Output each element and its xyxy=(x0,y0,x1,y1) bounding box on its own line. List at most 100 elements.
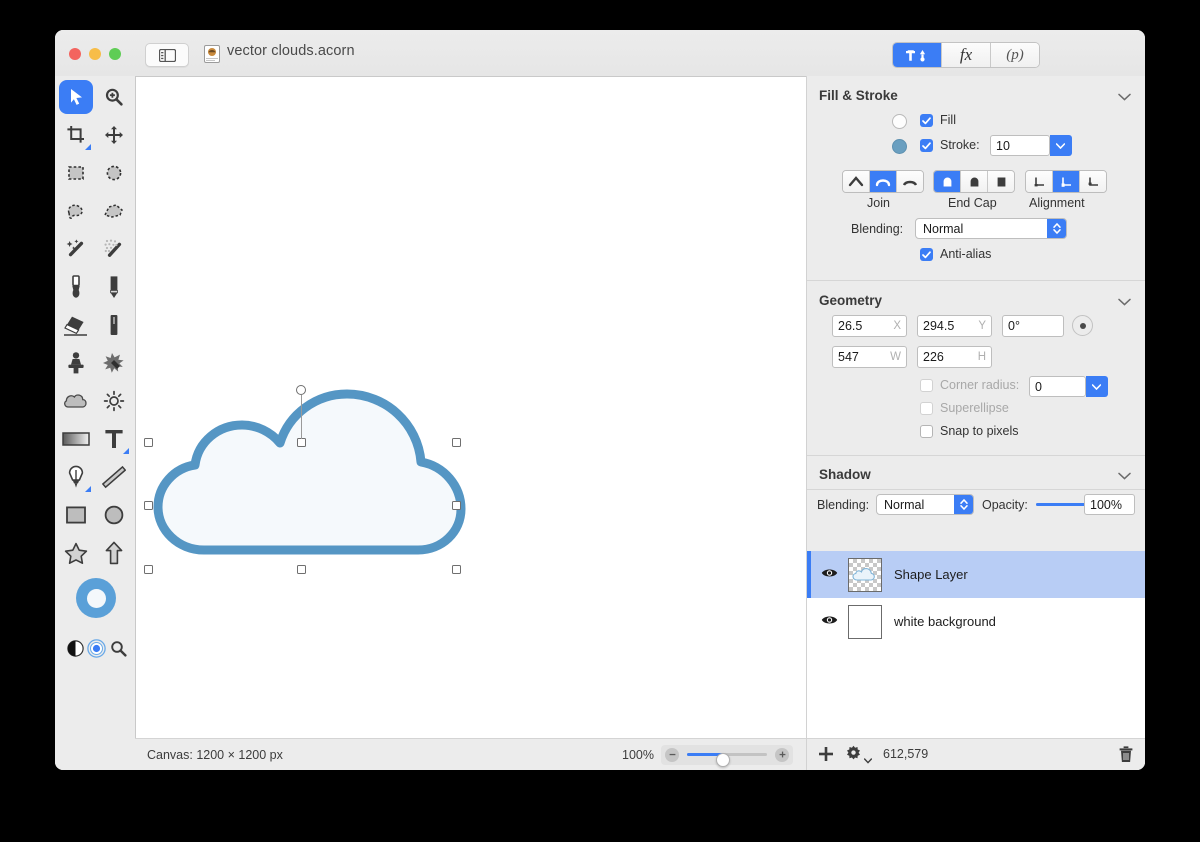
blemish-tool[interactable] xyxy=(97,346,131,380)
tools-segment[interactable] xyxy=(893,43,942,67)
selection-handle-tr[interactable] xyxy=(452,438,461,447)
transform-tool[interactable] xyxy=(97,118,131,152)
loupe-button[interactable] xyxy=(101,631,135,665)
lasso-tool[interactable] xyxy=(59,194,93,228)
trash-icon[interactable] xyxy=(1119,746,1133,768)
geometry-x-input[interactable]: 26.5 X xyxy=(832,315,907,337)
selection-handle-br[interactable] xyxy=(452,565,461,574)
eye-icon[interactable] xyxy=(821,613,838,631)
document-canvas[interactable] xyxy=(135,76,807,739)
gear-icon[interactable] xyxy=(845,745,862,767)
selection-handle-mr[interactable] xyxy=(452,501,461,510)
selection-handle-tl[interactable] xyxy=(144,438,153,447)
align-center[interactable] xyxy=(1053,171,1080,192)
selection-handle-ml[interactable] xyxy=(144,501,153,510)
geometry-y-input[interactable]: 294.5 Y xyxy=(917,315,992,337)
shadow-opacity-input[interactable]: 100% xyxy=(1084,494,1135,515)
corner-radius-input[interactable]: 0 xyxy=(1029,376,1086,397)
rect-select-tool[interactable] xyxy=(59,156,93,190)
corner-radius-checkbox[interactable] xyxy=(920,379,933,392)
selection-handle-tc[interactable] xyxy=(297,438,306,447)
fill-blending-stepper-icon[interactable] xyxy=(1047,219,1066,238)
eraser-tool[interactable] xyxy=(59,308,93,342)
superellipse-checkbox[interactable] xyxy=(920,402,933,415)
stroke-width-input[interactable]: 10 xyxy=(990,135,1050,156)
shadow-blending-stepper-icon[interactable] xyxy=(954,495,973,514)
geometry-rotation-value: 0° xyxy=(1008,319,1020,333)
cap-round[interactable] xyxy=(934,171,961,192)
sidebar-toggle-icon[interactable] xyxy=(145,43,189,67)
clone-stamp-tool[interactable] xyxy=(59,346,93,380)
fill-blending-select[interactable]: Normal xyxy=(915,218,1067,239)
geometry-header[interactable]: Geometry xyxy=(807,285,1145,315)
geometry-w-input[interactable]: 547 W xyxy=(832,346,907,368)
text-tool[interactable] xyxy=(97,422,131,456)
selection-handle-bl[interactable] xyxy=(144,565,153,574)
shadow-blending-select[interactable]: Normal xyxy=(876,494,974,515)
close-button[interactable] xyxy=(69,48,81,60)
move-tool[interactable] xyxy=(59,80,93,114)
eye-icon[interactable] xyxy=(821,566,838,584)
zoom-slider[interactable] xyxy=(661,744,793,767)
arrow-tool[interactable] xyxy=(97,536,131,570)
stroke-width-dropdown[interactable] xyxy=(1050,135,1072,156)
zoom-button[interactable] xyxy=(109,48,121,60)
ellipse-tool[interactable] xyxy=(97,498,131,532)
rectangle-tool[interactable] xyxy=(59,498,93,532)
foreground-color-well[interactable] xyxy=(76,578,116,618)
cap-square[interactable] xyxy=(988,171,1014,192)
chevron-down-icon[interactable] xyxy=(1118,468,1131,483)
rotation-handle-stem xyxy=(301,395,302,439)
caret-down-icon[interactable] xyxy=(863,751,873,769)
magic-wand-tool[interactable] xyxy=(59,232,93,266)
brush-tool[interactable] xyxy=(59,270,93,304)
line-tool[interactable] xyxy=(97,460,131,494)
gradient-tool[interactable] xyxy=(59,422,93,456)
chevron-down-icon[interactable] xyxy=(1118,294,1131,309)
ellipse-select-tool[interactable] xyxy=(97,156,131,190)
cap-butt[interactable] xyxy=(961,171,988,192)
fill-checkbox[interactable] xyxy=(920,114,933,127)
rotation-knob-icon[interactable] xyxy=(1072,315,1093,336)
rotation-handle[interactable] xyxy=(296,385,306,395)
geometry-h-input[interactable]: 226 H xyxy=(917,346,992,368)
align-outside[interactable] xyxy=(1080,171,1106,192)
geometry-rotation-input[interactable]: 0° xyxy=(1002,315,1064,337)
shadow-header[interactable]: Shadow xyxy=(807,459,1145,489)
selection-handle-bc[interactable] xyxy=(297,565,306,574)
star-tool[interactable] xyxy=(59,536,93,570)
cloud-shape-group xyxy=(144,385,476,577)
burn-tool[interactable] xyxy=(97,384,131,418)
zoom-out-button[interactable] xyxy=(665,747,679,762)
corner-radius-dropdown[interactable] xyxy=(1086,376,1108,397)
zoom-tool[interactable] xyxy=(97,80,131,114)
cloud-shape[interactable] xyxy=(146,387,476,577)
minimize-button[interactable] xyxy=(89,48,101,60)
layer-row-white-background[interactable]: white background xyxy=(807,598,1145,645)
layer-selection-indicator xyxy=(807,551,811,598)
smudge-tool[interactable] xyxy=(97,308,131,342)
join-bevel[interactable] xyxy=(897,171,923,192)
chevron-down-icon[interactable] xyxy=(1118,89,1131,104)
join-miter[interactable] xyxy=(843,171,870,192)
polygon-lasso-tool[interactable] xyxy=(97,194,131,228)
pencil-tool[interactable] xyxy=(97,270,131,304)
palette-segment[interactable]: (p) xyxy=(991,43,1039,67)
instant-alpha-tool[interactable] xyxy=(97,232,131,266)
align-inside[interactable] xyxy=(1026,171,1053,192)
effects-segment[interactable]: fx xyxy=(942,43,991,67)
bezier-tool[interactable] xyxy=(59,460,93,494)
fill-color-swatch[interactable] xyxy=(892,114,907,129)
fill-stroke-header[interactable]: Fill & Stroke xyxy=(807,80,1145,110)
zoom-in-button[interactable] xyxy=(775,747,789,762)
plus-icon[interactable] xyxy=(818,746,834,767)
dodge-tool[interactable] xyxy=(59,384,93,418)
layer-row-shape-layer[interactable]: Shape Layer xyxy=(807,551,1145,598)
stroke-color-swatch[interactable] xyxy=(892,139,907,154)
zoom-slider-thumb[interactable] xyxy=(716,753,730,767)
anti-alias-checkbox[interactable] xyxy=(920,248,933,261)
join-round[interactable] xyxy=(870,171,897,192)
stroke-checkbox[interactable] xyxy=(920,139,933,152)
snap-to-pixels-checkbox[interactable] xyxy=(920,425,933,438)
crop-tool[interactable] xyxy=(59,118,93,152)
